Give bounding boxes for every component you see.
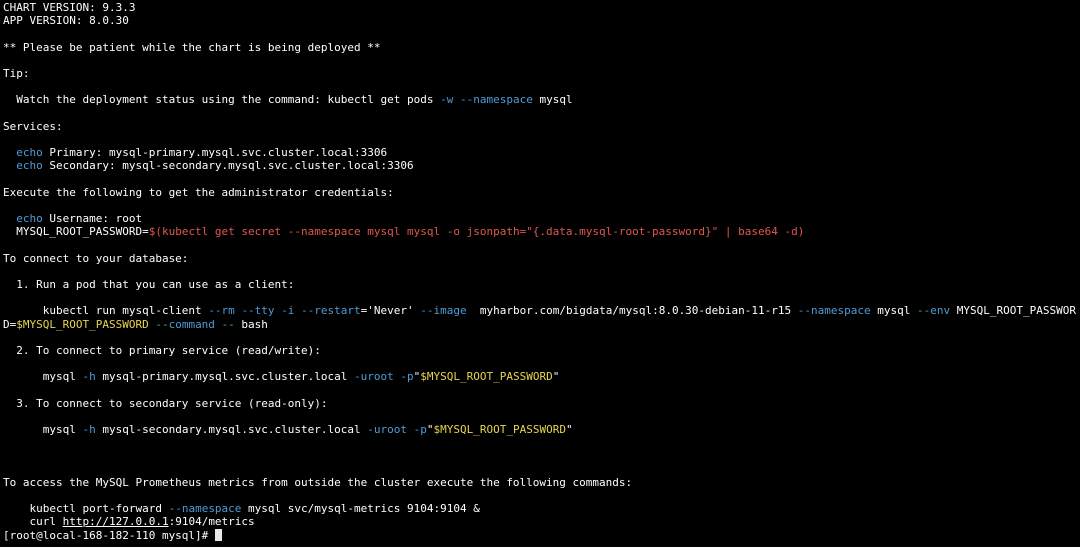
namespace-value: mysql [870, 304, 917, 318]
password-variable: $MYSQL_ROOT_PASSWORD [16, 317, 149, 331]
quote: " [565, 423, 573, 436]
shell-prompt: [root@local-168-182-110 mysql]# [3, 528, 215, 542]
port-forward-command: kubectl port-forward --namespace mysql s… [3, 502, 1080, 515]
flag-h: -h [82, 423, 96, 436]
root-password-var: MYSQL_ROOT_PASSWORD= [3, 225, 149, 239]
password-variable: $MYSQL_ROOT_PASSWORD [433, 423, 566, 436]
app-version-line: APP VERSION: 8.0.30 [3, 14, 129, 28]
restart-value: ='Never' [360, 304, 421, 318]
connect-header: To connect to your database: [3, 251, 189, 265]
image-value: myharbor.com/bigdata/mysql:8.0.30-debian… [466, 304, 798, 318]
run-suffix: bash [234, 317, 268, 331]
flag-u: -uroot [367, 423, 408, 436]
password-variable: $MYSQL_ROOT_PASSWORD [420, 370, 553, 384]
flag-namespace: --namespace [459, 93, 533, 107]
host-value: mysql-primary.mysql.svc.cluster.local [95, 370, 355, 384]
flag-namespace: --namespace [168, 502, 242, 516]
step-3-line: 3. To connect to secondary service (read… [3, 396, 328, 410]
flag-env: --env [917, 304, 951, 318]
flag-w: -w [440, 93, 454, 107]
step-2-line: 2. To connect to primary service (read/w… [3, 343, 321, 357]
flag-p: -p [413, 423, 427, 436]
echo-keyword: echo [3, 159, 43, 173]
username-line: echo Username: root [3, 212, 1080, 225]
flag-tty: --tty [241, 304, 275, 318]
curl-command: curl http://127.0.0.1:9104/metrics [3, 515, 1080, 528]
service-primary-line: echo Primary: mysql-primary.mysql.svc.cl… [3, 146, 1080, 159]
flag-namespace: --namespace [797, 304, 871, 318]
curl-prefix: curl [3, 515, 63, 529]
root-password-command: $(kubectl get secret --namespace mysql m… [148, 225, 805, 239]
run-client-line-2: D=$MYSQL_ROOT_PASSWORD --command -- bash [3, 318, 1080, 331]
wrap-prefix: D= [3, 317, 17, 331]
echo-keyword: echo [3, 212, 43, 225]
credentials-header: Execute the following to get the adminis… [3, 185, 394, 199]
env-value: MYSQL_ROOT_PASSWOR [950, 304, 1076, 318]
mysql-prefix: mysql [3, 423, 83, 436]
host-value: mysql-secondary.mysql.svc.cluster.local [95, 423, 368, 436]
shell-prompt-line[interactable]: [root@local-168-182-110 mysql]# [3, 528, 1080, 542]
step-1-line: 1. Run a pod that you can use as a clien… [3, 277, 295, 291]
watch-command-line: Watch the deployment status using the co… [3, 93, 1080, 106]
run-prefix: kubectl run mysql-client [3, 304, 209, 318]
run-client-line-1: kubectl run mysql-client --rm --tty -i -… [3, 304, 1080, 317]
root-password-line: MYSQL_ROOT_PASSWORD=$(kubectl get secret… [3, 225, 1080, 238]
flag-command: --command [155, 317, 215, 331]
flag-i: -i [281, 304, 295, 318]
mysql-secondary-command: mysql -h mysql-secondary.mysql.svc.clust… [3, 423, 1080, 436]
mysql-primary-command: mysql -h mysql-primary.mysql.svc.cluster… [3, 370, 1080, 383]
quote: " [552, 370, 560, 384]
watch-suffix: mysql [532, 93, 573, 107]
metrics-url-link[interactable]: http://127.0.0.1 [63, 515, 169, 528]
flag-u: -uroot [354, 370, 394, 384]
flag-h: -h [82, 370, 96, 384]
flag-p: -p [400, 370, 414, 384]
flag-image: --image [420, 304, 467, 318]
chart-version-line: CHART VERSION: 9.3.3 [3, 1, 136, 14]
port-forward-prefix: kubectl port-forward [3, 502, 169, 516]
flag-restart: --restart [301, 304, 361, 318]
metrics-header: To access the MySQL Prometheus metrics f… [3, 475, 633, 489]
services-header: Services: [3, 119, 63, 133]
port-forward-suffix: mysql svc/mysql-metrics 9104:9104 & [241, 502, 480, 516]
terminal-output[interactable]: CHART VERSION: 9.3.3 APP VERSION: 8.0.30… [0, 0, 1080, 547]
curl-suffix: :9104/metrics [168, 515, 255, 529]
watch-prefix: Watch the deployment status using the co… [3, 93, 441, 107]
service-secondary-text: Secondary: mysql-secondary.mysql.svc.clu… [42, 159, 414, 173]
username-text: Username: root [42, 212, 143, 225]
echo-keyword: echo [3, 146, 43, 160]
flag-double-dash: -- [221, 317, 235, 331]
tip-header: Tip: [3, 66, 30, 80]
text-cursor[interactable] [214, 528, 222, 541]
patience-line: ** Please be patient while the chart is … [3, 40, 381, 54]
service-secondary-line: echo Secondary: mysql-secondary.mysql.sv… [3, 159, 1080, 172]
service-primary-text: Primary: mysql-primary.mysql.svc.cluster… [42, 146, 388, 160]
quote: " [426, 423, 434, 436]
flag-rm: --rm [208, 304, 235, 318]
mysql-prefix: mysql [3, 370, 83, 384]
